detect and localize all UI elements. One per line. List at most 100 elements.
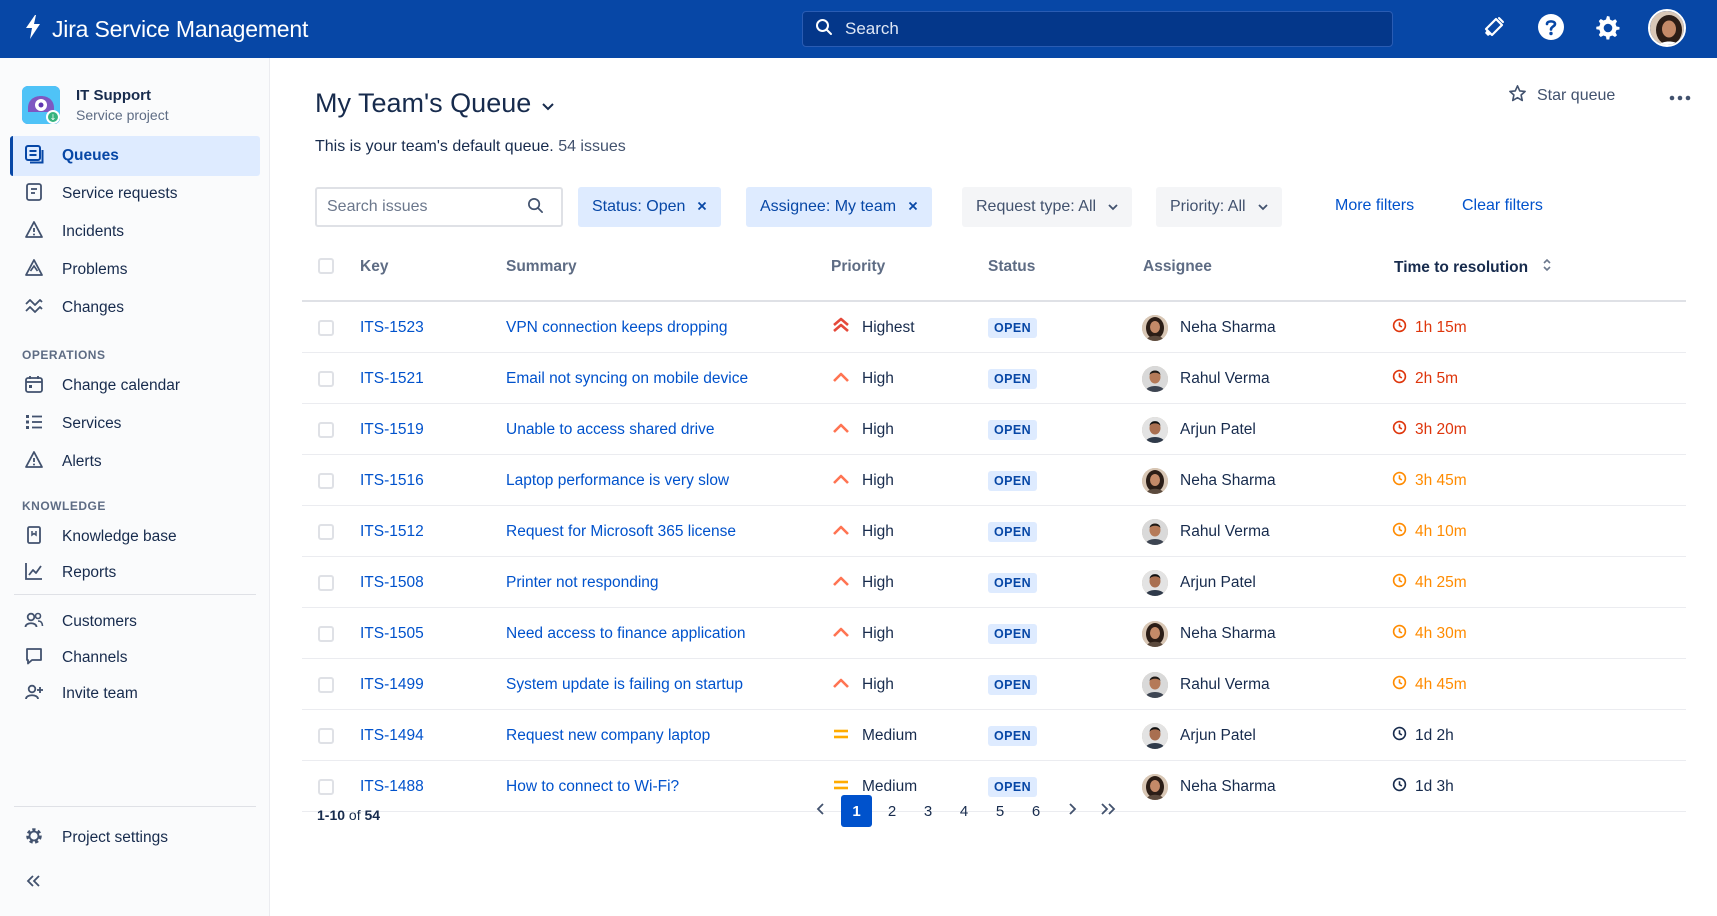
assignee-cell[interactable]: Neha Sharma [1142,608,1276,659]
assignee-cell[interactable]: Rahul Verma [1142,353,1270,404]
last-page-button[interactable] [1090,795,1126,827]
page-number-button[interactable]: 1 [841,795,872,827]
sidebar-item-knowledge-base[interactable]: Knowledge base [10,517,260,557]
issue-summary-link[interactable]: System update is failing on startup [506,659,743,710]
row-select-checkbox[interactable] [318,659,334,710]
table-row[interactable]: ITS-1505 Need access to finance applicati… [302,608,1686,659]
table-row[interactable]: ITS-1508 Printer not responding High OPEN Ar… [302,557,1686,608]
help-button[interactable] [1533,11,1569,47]
star-queue-button[interactable]: Star queue [1508,84,1615,108]
row-select-checkbox[interactable] [318,302,334,353]
column-header-priority[interactable]: Priority [831,258,885,276]
page-number-button[interactable]: 4 [946,795,982,827]
column-header-status[interactable]: Status [988,258,1035,276]
issue-key-link[interactable]: ITS-1519 [360,404,424,455]
sidebar-item-queues[interactable]: Queues [10,136,260,176]
priority-filter[interactable]: Priority: All [1156,187,1282,227]
column-header-key[interactable]: Key [360,258,388,276]
app-brand[interactable]: Jira Service Management [24,15,308,43]
table-row[interactable]: ITS-1521 Email not syncing on mobile devi… [302,353,1686,404]
page-number-button[interactable]: 2 [874,795,910,827]
issue-search[interactable] [315,187,563,227]
row-select-checkbox[interactable] [318,455,334,506]
row-select-checkbox[interactable] [318,557,334,608]
global-search[interactable] [802,11,1393,47]
page-number-button[interactable]: 3 [910,795,946,827]
remove-filter-icon[interactable] [908,198,918,216]
sidebar-item-services[interactable]: Services [10,404,260,444]
assignee-cell[interactable]: Neha Sharma [1142,302,1276,353]
sidebar-item-alerts[interactable]: Alerts [10,442,260,482]
table-row[interactable]: ITS-1512 Request for Microsoft 365 licens… [302,506,1686,557]
issue-key-link[interactable]: ITS-1508 [360,557,424,608]
notifications-button[interactable] [1476,11,1512,47]
remove-filter-icon[interactable] [697,198,707,216]
assignee-filter-chip[interactable]: Assignee: My team [746,187,933,227]
row-select-checkbox[interactable] [318,761,334,812]
issue-key-link[interactable]: ITS-1505 [360,608,424,659]
issue-key-link[interactable]: ITS-1512 [360,506,424,557]
row-select-checkbox[interactable] [318,404,334,455]
global-search-input[interactable] [845,19,1345,39]
next-page-button[interactable] [1054,795,1090,827]
issue-key-link[interactable]: ITS-1488 [360,761,424,812]
table-row[interactable]: ITS-1494 Request new company laptop Medium… [302,710,1686,761]
status-filter-chip[interactable]: Status: Open [578,187,722,227]
issue-key-link[interactable]: ITS-1516 [360,455,424,506]
sidebar-item-problems[interactable]: Problems [10,250,260,290]
page-number-button[interactable]: 6 [1018,795,1054,827]
sidebar-item-project-settings[interactable]: Project settings [10,818,260,858]
assignee-cell[interactable]: Arjun Patel [1142,404,1256,455]
clear-filters-button[interactable]: Clear filters [1462,197,1543,215]
issue-summary-link[interactable]: Laptop performance is very slow [506,455,729,506]
table-row[interactable]: ITS-1499 System update is failing on star… [302,659,1686,710]
settings-button[interactable] [1589,11,1625,47]
sidebar-item-channels[interactable]: Channels [10,638,260,678]
assignee-cell[interactable]: Rahul Verma [1142,659,1270,710]
issue-summary-link[interactable]: VPN connection keeps dropping [506,302,727,353]
issue-key-link[interactable]: ITS-1523 [360,302,424,353]
sidebar-item-customers[interactable]: Customers [10,602,260,642]
request-type-filter[interactable]: Request type: All [962,187,1133,227]
project-header[interactable]: ↓ IT Support Service project [22,86,169,124]
collapse-sidebar-button[interactable] [24,872,42,894]
issue-summary-link[interactable]: Request for Microsoft 365 license [506,506,736,557]
issue-summary-link[interactable]: Unable to access shared drive [506,404,715,455]
issue-summary-link[interactable]: Printer not responding [506,557,659,608]
row-select-checkbox[interactable] [318,710,334,761]
row-select-checkbox[interactable] [318,608,334,659]
column-header-time-to-resolution[interactable]: Time to resolution [1394,258,1552,277]
issue-key-link[interactable]: ITS-1494 [360,710,424,761]
sidebar-item-changes[interactable]: Changes [10,288,260,328]
sidebar-item-change-calendar[interactable]: Change calendar [10,366,260,406]
issue-summary-link[interactable]: Need access to finance application [506,608,746,659]
table-row[interactable]: ITS-1519 Unable to access shared drive Hig… [302,404,1686,455]
queue-title[interactable]: My Team's Queue [315,88,555,119]
assignee-cell[interactable]: Arjun Patel [1142,710,1256,761]
issue-key-link[interactable]: ITS-1521 [360,353,424,404]
table-row[interactable]: ITS-1516 Laptop performance is very slow H… [302,455,1686,506]
select-all-checkbox[interactable] [318,258,334,274]
sidebar-item-service-requests[interactable]: Service requests [10,174,260,214]
assignee-cell[interactable]: Arjun Patel [1142,557,1256,608]
assignee-cell[interactable]: Neha Sharma [1142,761,1276,812]
column-header-summary[interactable]: Summary [506,258,577,276]
column-header-assignee[interactable]: Assignee [1143,258,1212,276]
issue-summary-link[interactable]: Email not syncing on mobile device [506,353,748,404]
sidebar-item-reports[interactable]: Reports [10,553,260,593]
sidebar-item-incidents[interactable]: Incidents [10,212,260,252]
issue-summary-link[interactable]: Request new company laptop [506,710,710,761]
more-filters-button[interactable]: More filters [1335,197,1414,215]
row-select-checkbox[interactable] [318,353,334,404]
assignee-cell[interactable]: Rahul Verma [1142,506,1270,557]
issue-key-link[interactable]: ITS-1499 [360,659,424,710]
assignee-cell[interactable]: Neha Sharma [1142,455,1276,506]
previous-page-button[interactable] [803,795,839,827]
page-number-button[interactable]: 5 [982,795,1018,827]
table-row[interactable]: ITS-1523 VPN connection keeps dropping Hig… [302,302,1686,353]
issue-search-input[interactable] [327,198,527,216]
issue-summary-link[interactable]: How to connect to Wi-Fi? [506,761,679,812]
user-avatar[interactable] [1648,9,1686,47]
row-select-checkbox[interactable] [318,506,334,557]
sidebar-item-invite-team[interactable]: Invite team [10,674,260,714]
